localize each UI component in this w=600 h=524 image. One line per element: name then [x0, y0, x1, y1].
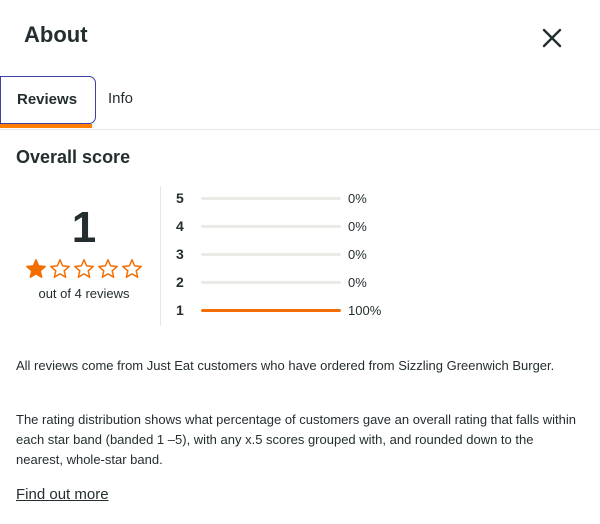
- active-tab-indicator: [0, 124, 92, 128]
- rating-bar-fill: [201, 309, 341, 312]
- star-empty-icon: [74, 259, 94, 278]
- reviews-source-text: All reviews come from Just Eat customers…: [16, 358, 555, 373]
- dialog-title: About: [24, 22, 88, 47]
- rating-row-label: 3: [176, 246, 184, 262]
- star-empty-icon: [98, 259, 118, 278]
- vertical-divider: [160, 186, 161, 326]
- tab-info[interactable]: Info: [108, 76, 133, 124]
- rating-row-label: 2: [176, 274, 184, 290]
- rating-row-4: 4 0%: [176, 214, 406, 242]
- score-value: 1: [71, 203, 97, 252]
- rating-bar-track: [201, 309, 341, 312]
- star-rating: [16, 258, 152, 280]
- star-empty-icon: [122, 259, 142, 278]
- rating-row-percent: 0%: [348, 247, 367, 262]
- score-summary: 1 out of 4 reviews: [16, 200, 152, 301]
- rating-row-label: 4: [176, 218, 184, 234]
- rating-explanation-text: The rating distribution shows what perce…: [16, 412, 577, 467]
- close-icon: [542, 28, 562, 48]
- rating-row-label: 5: [176, 190, 184, 206]
- rating-row-percent: 0%: [348, 275, 367, 290]
- rating-bar-track: [201, 253, 341, 256]
- star-empty-icon: [50, 259, 70, 278]
- rating-row-percent: 0%: [348, 191, 367, 206]
- rating-bar-track: [201, 281, 341, 284]
- find-out-more-link[interactable]: Find out more: [16, 486, 109, 503]
- rating-row-percent: 0%: [348, 219, 367, 234]
- tab-bar: Reviews Info: [0, 76, 600, 130]
- rating-row-1: 1 100%: [176, 298, 406, 326]
- rating-distribution: 5 0% 4 0% 3 0% 2 0% 1 100%: [176, 186, 406, 326]
- review-count: out of 4 reviews: [38, 286, 130, 301]
- rating-row-5: 5 0%: [176, 186, 406, 214]
- rating-bar-track: [201, 197, 341, 200]
- rating-row-2: 2 0%: [176, 270, 406, 298]
- rating-row-3: 3 0%: [176, 242, 406, 270]
- close-button[interactable]: [538, 24, 566, 52]
- rating-row-label: 1: [176, 302, 184, 318]
- star-filled-icon: [26, 259, 46, 278]
- rating-bar-track: [201, 225, 341, 228]
- rating-row-percent: 100%: [348, 303, 382, 318]
- overall-score-heading: Overall score: [16, 147, 131, 167]
- tab-reviews[interactable]: Reviews: [0, 76, 96, 124]
